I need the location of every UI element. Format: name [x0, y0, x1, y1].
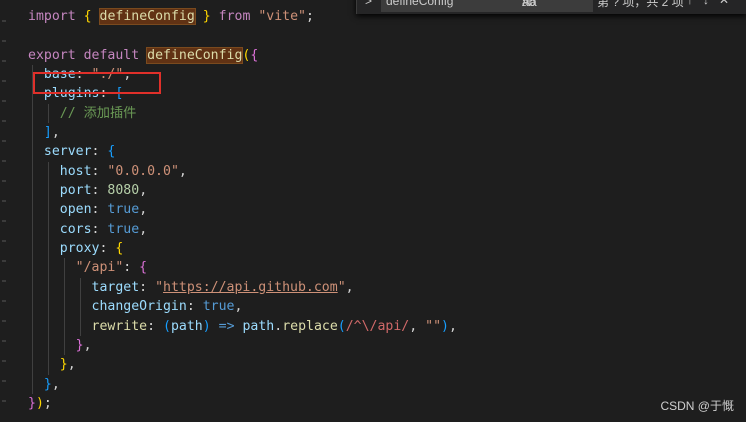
code-line: port: 8080,	[28, 181, 457, 201]
find-result-count: 第 ? 项，共 2 项	[597, 0, 684, 9]
code-line: proxy: {	[28, 239, 457, 259]
code-line: ],	[28, 123, 457, 143]
next-match-icon[interactable]: ↓	[703, 0, 709, 7]
chevron-right-icon[interactable]: >	[365, 0, 372, 8]
code-content[interactable]: import { defineConfig } from "vite"; exp…	[28, 7, 457, 413]
previous-match-icon[interactable]: ↑	[687, 0, 693, 7]
regex-toggle[interactable]: .*	[522, 0, 530, 9]
code-line: cors: true,	[28, 219, 457, 240]
code-line: changeOrigin: true,	[28, 297, 457, 317]
find-widget[interactable]: > defineConfig Aa ab .* 第 ? 项，共 2 项 ↑ ↓ ✕	[356, 0, 746, 14]
code-line: },	[28, 335, 457, 356]
code-line: server: {	[28, 142, 457, 162]
find-query: defineConfig	[386, 0, 454, 8]
search-match: defineConfig	[146, 46, 244, 64]
close-icon[interactable]: ✕	[719, 0, 729, 7]
code-line: target: "https://api.github.com",	[28, 277, 457, 298]
code-editor[interactable]: import { defineConfig } from "vite"; exp…	[0, 0, 746, 422]
code-line: },	[28, 355, 457, 375]
annotation-highlight-box	[33, 72, 161, 94]
code-line: });	[28, 395, 52, 411]
code-line: },	[28, 374, 457, 394]
code-line: "/api": {	[28, 258, 457, 278]
editor-gutter	[0, 0, 10, 422]
token: import	[28, 9, 76, 24]
code-line: // 添加插件	[28, 103, 457, 124]
code-line: export default defineConfig({	[28, 46, 259, 64]
find-input[interactable]: defineConfig Aa ab .*	[381, 0, 593, 12]
code-line: host: "0.0.0.0",	[28, 161, 457, 182]
search-match: defineConfig	[98, 8, 196, 25]
code-line: open: true,	[28, 200, 457, 220]
watermark: CSDN @于慨	[660, 399, 734, 413]
code-line: rewrite: (path) => path.replace(/^\/api/…	[28, 316, 457, 336]
